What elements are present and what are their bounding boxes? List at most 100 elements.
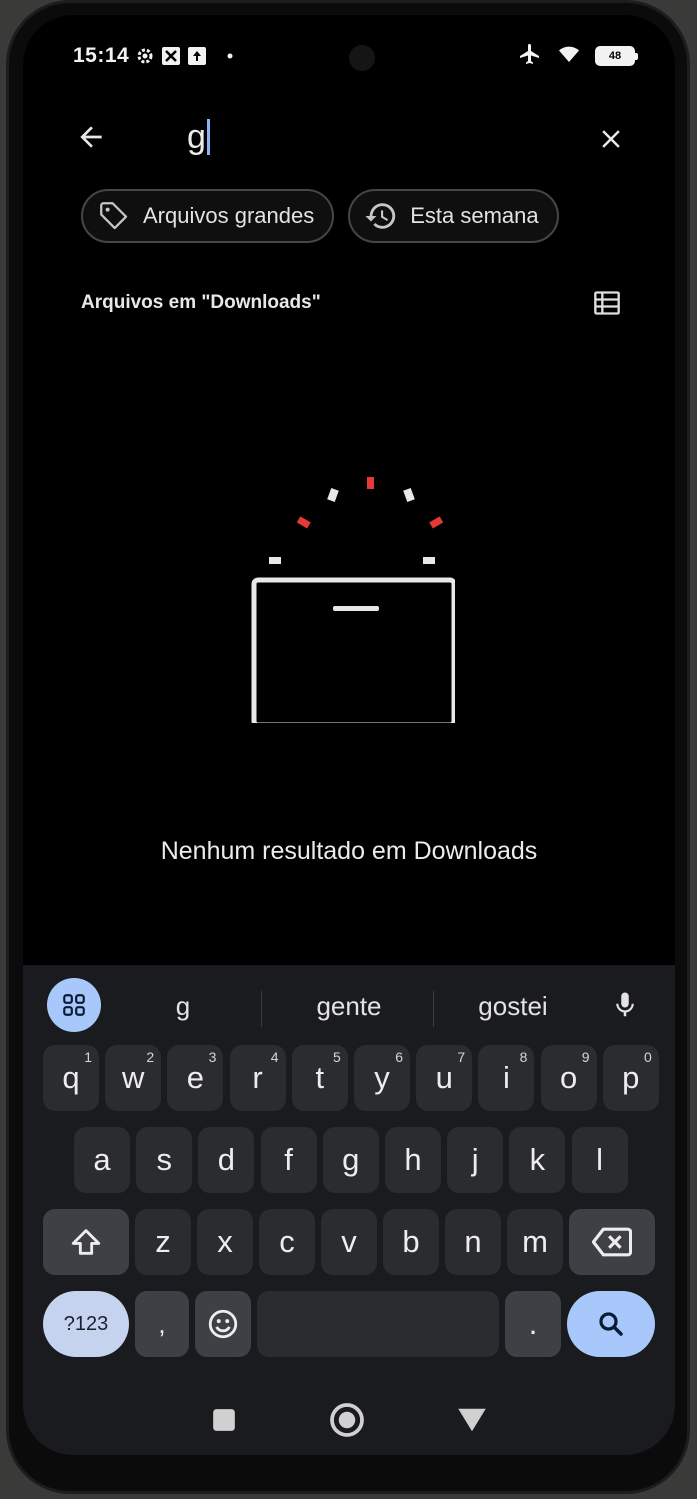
- key-i[interactable]: i8: [478, 1045, 535, 1111]
- battery-icon: 48: [595, 46, 638, 66]
- back-button[interactable]: [71, 117, 111, 157]
- search-key[interactable]: [567, 1291, 655, 1357]
- emoji-key[interactable]: [195, 1291, 251, 1357]
- backspace-icon: [592, 1227, 632, 1257]
- key-label: q: [62, 1060, 80, 1095]
- search-query-text: g: [187, 117, 206, 156]
- key-d[interactable]: d: [198, 1127, 255, 1193]
- key-row-3: zxcvbnm: [23, 1209, 675, 1275]
- key-hint-number: 1: [84, 1049, 92, 1065]
- shift-arrow-icon: [71, 1229, 101, 1255]
- key-p[interactable]: p0: [602, 1045, 659, 1111]
- key-hint-number: 6: [395, 1049, 403, 1065]
- filter-chips: Arquivos grandes Esta semana: [81, 189, 559, 243]
- text-caret: [206, 119, 210, 155]
- key-row-2: asdfghjkl: [23, 1127, 675, 1193]
- view-toggle-button[interactable]: [589, 285, 625, 321]
- shift-key[interactable]: [43, 1209, 129, 1275]
- settings-gear-icon: [135, 46, 155, 66]
- search-icon: [599, 1312, 623, 1336]
- key-hint-number: 9: [581, 1049, 590, 1065]
- back-triangle-icon[interactable]: [457, 1407, 487, 1433]
- microphone-icon: [616, 992, 634, 1017]
- clear-search-button[interactable]: [591, 119, 631, 159]
- key-hint-number: 7: [457, 1049, 466, 1065]
- key-label: y: [374, 1060, 390, 1095]
- key-t[interactable]: t5: [291, 1045, 348, 1111]
- sync-tile-icon: [161, 46, 181, 66]
- key-r[interactable]: r4: [229, 1045, 286, 1111]
- battery-level: 48: [608, 50, 622, 62]
- soft-keyboard: g gente gostei q1w2e3r4t5y6u7i8o9p0 asdf…: [23, 965, 675, 1455]
- key-u[interactable]: u7: [416, 1045, 473, 1111]
- key-label: r: [252, 1060, 263, 1095]
- suggestion-item[interactable]: g: [143, 991, 223, 1022]
- grid-apps-icon: [63, 994, 85, 1016]
- empty-folder-illustration: [251, 477, 455, 723]
- key-l[interactable]: l: [571, 1127, 628, 1193]
- key-label: w: [121, 1060, 145, 1095]
- smiley-icon: [208, 1309, 238, 1339]
- key-a[interactable]: a: [74, 1127, 130, 1193]
- home-circle-icon[interactable]: [329, 1402, 365, 1438]
- voice-input-button[interactable]: [601, 981, 649, 1029]
- close-icon: [602, 130, 620, 148]
- wifi-icon: [555, 42, 583, 71]
- space-key[interactable]: [257, 1291, 499, 1357]
- section-header: Arquivos em "Downloads": [81, 283, 625, 323]
- search-input[interactable]: g: [187, 115, 210, 159]
- recents-square-icon[interactable]: [211, 1407, 237, 1433]
- key-c[interactable]: c: [259, 1209, 315, 1275]
- key-s[interactable]: s: [136, 1127, 193, 1193]
- key-hint-number: 8: [519, 1049, 528, 1065]
- chip-label: Esta semana: [410, 203, 539, 228]
- key-b[interactable]: b: [383, 1209, 439, 1275]
- key-f[interactable]: f: [260, 1127, 317, 1193]
- key-y[interactable]: y6: [354, 1045, 410, 1111]
- section-title: Arquivos em "Downloads": [81, 292, 321, 313]
- list-view-icon: [594, 291, 620, 315]
- period-key[interactable]: .: [505, 1291, 561, 1357]
- suggestion-divider: [433, 991, 434, 1027]
- chip-large-files[interactable]: Arquivos grandes: [81, 189, 335, 243]
- suggestion-item[interactable]: gente: [279, 991, 419, 1022]
- key-o[interactable]: o9: [540, 1045, 597, 1111]
- key-e[interactable]: e3: [167, 1045, 224, 1111]
- key-m[interactable]: m: [507, 1209, 563, 1275]
- key-row-1: q1w2e3r4t5y6u7i8o9p0: [23, 1045, 675, 1111]
- key-hint-number: 0: [644, 1049, 652, 1065]
- key-g[interactable]: g: [322, 1127, 379, 1193]
- chip-this-week[interactable]: Esta semana: [348, 189, 559, 243]
- tag-icon: [97, 199, 131, 233]
- key-w[interactable]: w2: [105, 1045, 162, 1111]
- key-n[interactable]: n: [445, 1209, 501, 1275]
- system-nav-bar: [23, 1385, 675, 1455]
- key-h[interactable]: h: [385, 1127, 441, 1193]
- key-k[interactable]: k: [509, 1127, 566, 1193]
- comma-key[interactable]: ,: [135, 1291, 189, 1357]
- key-z[interactable]: z: [135, 1209, 191, 1275]
- status-right-group: 48: [517, 42, 638, 71]
- screen: 15:14 48 g Arquivos grandes Esta semana …: [23, 15, 675, 1455]
- suggestion-divider: [261, 991, 262, 1027]
- chip-label: Arquivos grandes: [143, 203, 315, 228]
- key-label: e: [186, 1060, 205, 1095]
- key-row-4: ?123 , .: [23, 1291, 675, 1357]
- backspace-key[interactable]: [569, 1209, 655, 1275]
- key-v[interactable]: v: [321, 1209, 377, 1275]
- keyboard-menu-button[interactable]: [47, 978, 101, 1032]
- suggestion-strip: g gente gostei: [23, 973, 675, 1035]
- notification-dot-icon: [227, 53, 233, 59]
- key-q[interactable]: q1: [43, 1045, 99, 1111]
- key-x[interactable]: x: [197, 1209, 253, 1275]
- empty-state-message: Nenhum resultado em Downloads: [160, 837, 538, 865]
- key-j[interactable]: j: [447, 1127, 504, 1193]
- key-label: i: [502, 1060, 510, 1095]
- status-time: 15:14: [73, 44, 130, 67]
- phone-frame: 15:14 48 g Arquivos grandes Esta semana …: [6, 0, 690, 1494]
- key-hint-number: 4: [270, 1049, 279, 1065]
- suggestion-item[interactable]: gostei: [443, 991, 583, 1022]
- key-label: o: [559, 1060, 578, 1095]
- key-hint-number: 2: [146, 1049, 155, 1065]
- symbols-key[interactable]: ?123: [43, 1291, 129, 1357]
